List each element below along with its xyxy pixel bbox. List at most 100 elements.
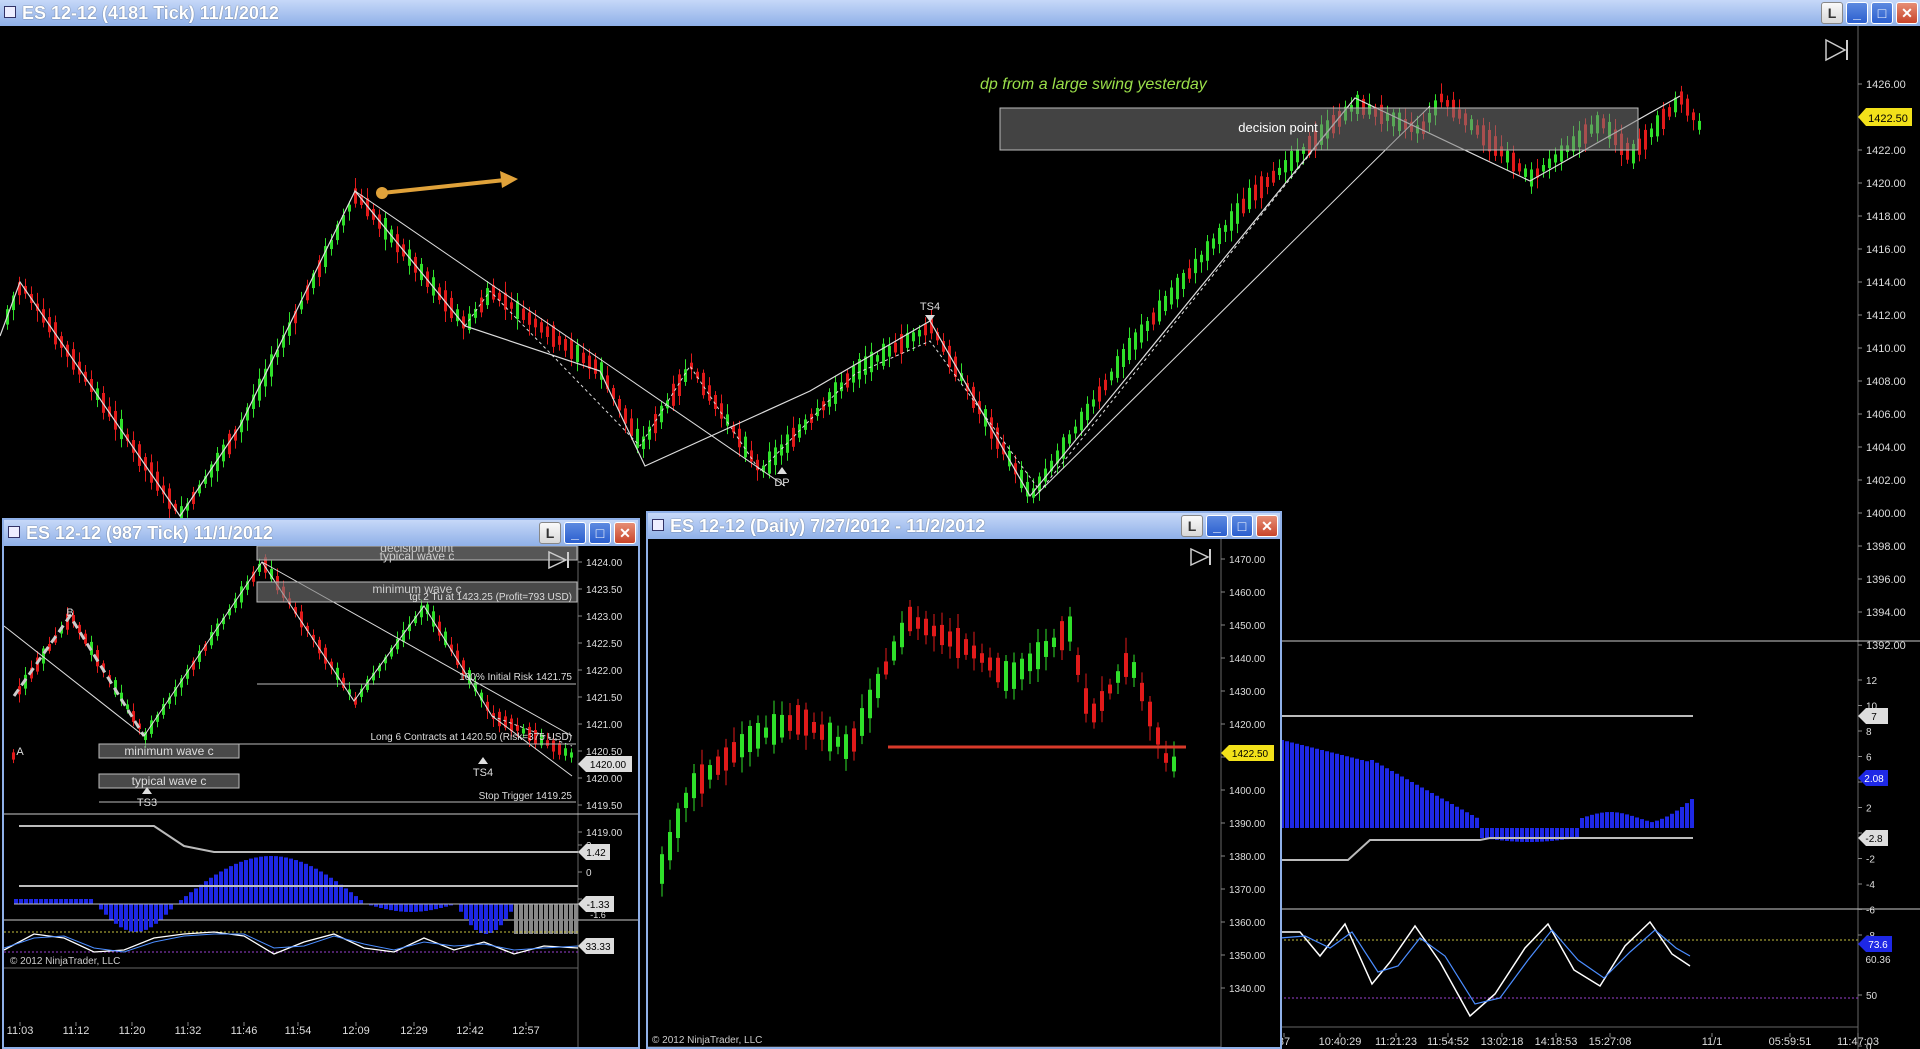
axis-tick-label: 1470.00 — [1229, 555, 1266, 566]
candle-body — [1200, 254, 1203, 263]
decision-zone[interactable] — [999, 107, 1639, 151]
histogram-bar — [389, 904, 393, 911]
candle-body — [1074, 426, 1077, 434]
histogram-bar — [569, 904, 573, 934]
histogram-bar — [14, 899, 18, 904]
maximize-button[interactable]: □ — [1871, 2, 1893, 24]
layout-button[interactable]: L — [1181, 515, 1203, 537]
histogram-bar — [514, 904, 518, 934]
close-button[interactable]: ✕ — [614, 522, 636, 544]
histogram-bar — [474, 904, 478, 930]
candle-body — [700, 764, 704, 794]
candle-body — [1134, 332, 1137, 350]
axis-tick-label: 1420.00 — [586, 774, 623, 785]
histogram-bar — [1295, 743, 1299, 828]
histogram-bar — [1310, 747, 1314, 828]
candle-body — [980, 653, 984, 663]
histogram-bar — [1410, 782, 1414, 828]
candle-body — [788, 715, 792, 731]
histogram-bar — [1335, 753, 1339, 828]
histogram-bar — [484, 904, 488, 934]
histogram-bar — [124, 904, 128, 930]
close-button[interactable]: ✕ — [1256, 515, 1278, 537]
tick987-chart[interactable]: decision point typical wave c minimum wa… — [4, 546, 638, 1047]
maximize-button[interactable]: □ — [1231, 515, 1253, 537]
candle-body — [876, 355, 879, 362]
time-tick-label: 11:21:23 — [1375, 1036, 1417, 1048]
histogram-bar — [1400, 776, 1404, 828]
main-osc-marker-blue: 2.08 — [1858, 770, 1888, 786]
candle-body — [732, 742, 736, 763]
histogram-bar — [319, 871, 323, 904]
candle-body — [812, 722, 816, 733]
histogram-bar — [219, 871, 223, 904]
histogram-bar — [1485, 828, 1489, 839]
daily-chart[interactable]: 1470.00 1460.00 1450.00 1440.00 1430.00 1420.… — [648, 539, 1280, 1047]
time-tick-label: 11:03 — [7, 1025, 34, 1037]
scroll-end-icon[interactable] — [1190, 547, 1211, 567]
histogram-bar — [59, 899, 63, 904]
tick987-chart-window[interactable]: ES 12-12 (987 Tick) 11/1/2012 L _ □ ✕ de… — [2, 518, 640, 1049]
histogram-bar — [329, 877, 333, 904]
histogram-bar — [499, 904, 503, 926]
candle-body — [1182, 272, 1185, 290]
minimize-button[interactable]: _ — [1846, 2, 1868, 24]
chart-app-icon — [8, 526, 20, 538]
layout-button[interactable]: L — [539, 522, 561, 544]
histogram-bar — [1595, 813, 1599, 828]
axis-tick-label: 1422.50 — [586, 639, 623, 650]
candle-body — [702, 372, 705, 396]
svg-text:1420.00: 1420.00 — [590, 760, 627, 771]
histogram-bar — [1580, 818, 1584, 828]
candle-body — [528, 312, 531, 325]
candle-body — [1266, 177, 1269, 187]
histogram-bar — [204, 881, 208, 904]
tick987-initial-risk-label: 100% Initial Risk 1421.75 — [459, 672, 572, 683]
candle-body — [1242, 198, 1245, 214]
layout-button[interactable]: L — [1821, 2, 1843, 24]
axis-tick-label: 1340.00 — [1229, 984, 1266, 995]
histogram-bar — [1540, 828, 1544, 842]
close-button[interactable]: ✕ — [1896, 2, 1918, 24]
candle-body — [996, 657, 1000, 683]
candle-body — [1512, 152, 1515, 172]
histogram-bar — [1420, 787, 1424, 828]
candle-body — [1116, 671, 1120, 683]
candle-body — [1518, 163, 1521, 172]
candle-body — [546, 326, 549, 337]
maximize-button[interactable]: □ — [589, 522, 611, 544]
time-tick-label: 11:47:03 — [1837, 1036, 1879, 1048]
histogram-bar — [1365, 761, 1369, 828]
axis-tick-label: 6 — [1866, 753, 1872, 764]
main-title-bar[interactable]: ES 12-12 (4181 Tick) 11/1/2012 L _ □ ✕ — [0, 0, 1920, 26]
histogram-bar — [264, 856, 268, 904]
histogram-bar — [529, 904, 533, 934]
candle-body — [1124, 653, 1128, 677]
candle-body — [676, 808, 680, 839]
axis-tick-label: -6 — [1866, 906, 1875, 917]
histogram-bar — [564, 904, 568, 934]
histogram-bar — [144, 904, 148, 930]
histogram-bar — [574, 904, 578, 934]
candle-body — [1158, 300, 1161, 322]
scroll-end-icon[interactable] — [1825, 38, 1848, 62]
histogram-bar — [334, 881, 338, 904]
tick987-title-bar[interactable]: ES 12-12 (987 Tick) 11/1/2012 L _ □ ✕ — [4, 520, 638, 546]
candle-body — [1020, 658, 1024, 680]
candle-body — [1164, 753, 1168, 763]
axis-tick-label: 1408.00 — [1866, 376, 1906, 388]
histogram-bar — [539, 904, 543, 934]
candle-body — [804, 709, 808, 736]
candle-body — [1206, 241, 1209, 261]
candle-body — [558, 336, 561, 345]
minimize-button[interactable]: _ — [1206, 515, 1228, 537]
candle-body — [1284, 160, 1287, 173]
axis-tick-label: 1422.00 — [586, 666, 623, 677]
minimize-button[interactable]: _ — [564, 522, 586, 544]
daily-chart-window[interactable]: ES 12-12 (Daily) 7/27/2012 - 11/2/2012 L… — [646, 511, 1282, 1049]
candle-body — [12, 752, 15, 760]
axis-tick-label: 1421.00 — [586, 720, 623, 731]
histogram-bar — [154, 904, 158, 924]
histogram-bar — [324, 874, 328, 904]
daily-title-bar[interactable]: ES 12-12 (Daily) 7/27/2012 - 11/2/2012 L… — [648, 513, 1280, 539]
